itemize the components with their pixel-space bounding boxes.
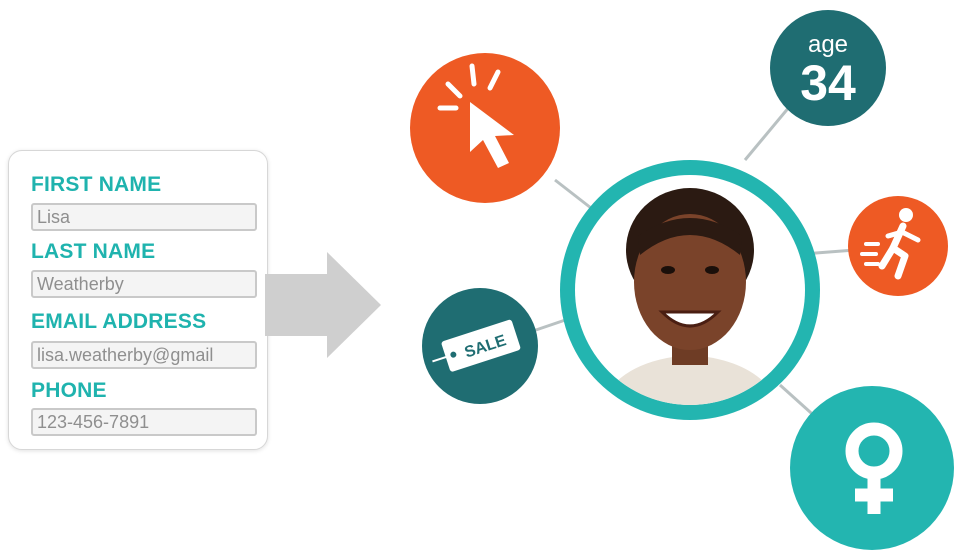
age-value: 34 [800, 55, 856, 111]
portrait-avatar [560, 160, 820, 420]
age-badge: age 34 [770, 10, 886, 126]
age-label: age [808, 31, 848, 58]
cursor-click-icon [410, 53, 560, 203]
customer-profile-graph: age 34 SALE [410, 10, 954, 550]
running-person-icon [848, 196, 948, 296]
female-symbol-icon [790, 386, 954, 550]
sale-tag-icon: SALE [422, 288, 538, 404]
